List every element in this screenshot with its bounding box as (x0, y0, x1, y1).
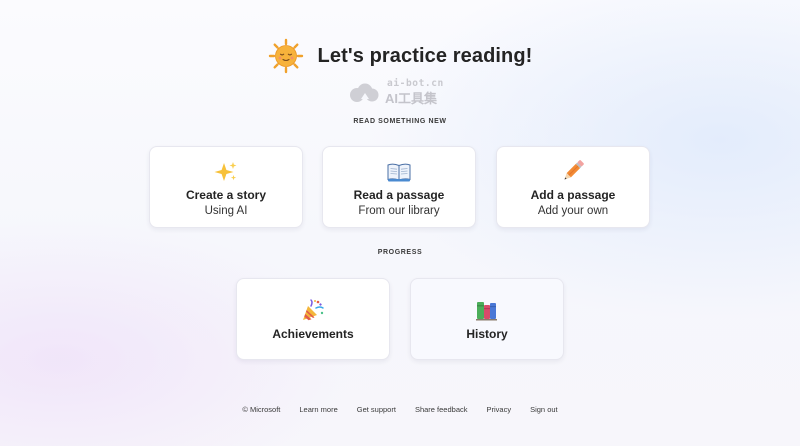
watermark-text: AI工具集 (385, 91, 438, 106)
card-title: Add a passage (530, 188, 616, 202)
card-title: Read a passage (353, 188, 445, 202)
card-title: Achievements (272, 327, 354, 341)
card-subtitle: From our library (358, 205, 440, 217)
learn-more-link[interactable]: Learn more (299, 405, 337, 414)
open-book-icon (387, 163, 411, 182)
share-feedback-link[interactable]: Share feedback (415, 405, 468, 414)
card-title: Create a story (185, 188, 267, 202)
card-subtitle: Using AI (204, 205, 248, 217)
watermark: ai-bot.cn AI工具集 (347, 78, 457, 106)
sign-out-link[interactable]: Sign out (530, 405, 558, 414)
achievements-card[interactable]: Achievements (236, 278, 390, 360)
copyright-text: © Microsoft (242, 405, 281, 414)
party-popper-icon (303, 299, 324, 321)
footer: © Microsoft Learn more Get support Share… (0, 405, 800, 414)
sun-face-icon (268, 38, 303, 74)
card-subtitle: Add your own (537, 205, 609, 217)
books-icon (476, 302, 497, 321)
sparkles-icon (214, 162, 237, 181)
cloud-logo-icon (350, 83, 379, 102)
page-header: Let's practice reading! (0, 36, 800, 76)
pencil-icon (564, 160, 584, 180)
add-passage-card[interactable]: Add a passage Add your own (496, 146, 650, 228)
get-support-link[interactable]: Get support (357, 405, 396, 414)
history-card[interactable]: History (410, 278, 564, 360)
privacy-link[interactable]: Privacy (487, 405, 512, 414)
page-title: Let's practice reading! (317, 44, 533, 67)
card-title: History (466, 327, 508, 341)
read-passage-card[interactable]: Read a passage From our library (322, 146, 476, 228)
section-read-new-label: READ SOMETHING NEW (353, 118, 447, 125)
create-story-card[interactable]: Create a story Using AI (149, 146, 303, 228)
section-progress-label: PROGRESS (377, 249, 423, 256)
